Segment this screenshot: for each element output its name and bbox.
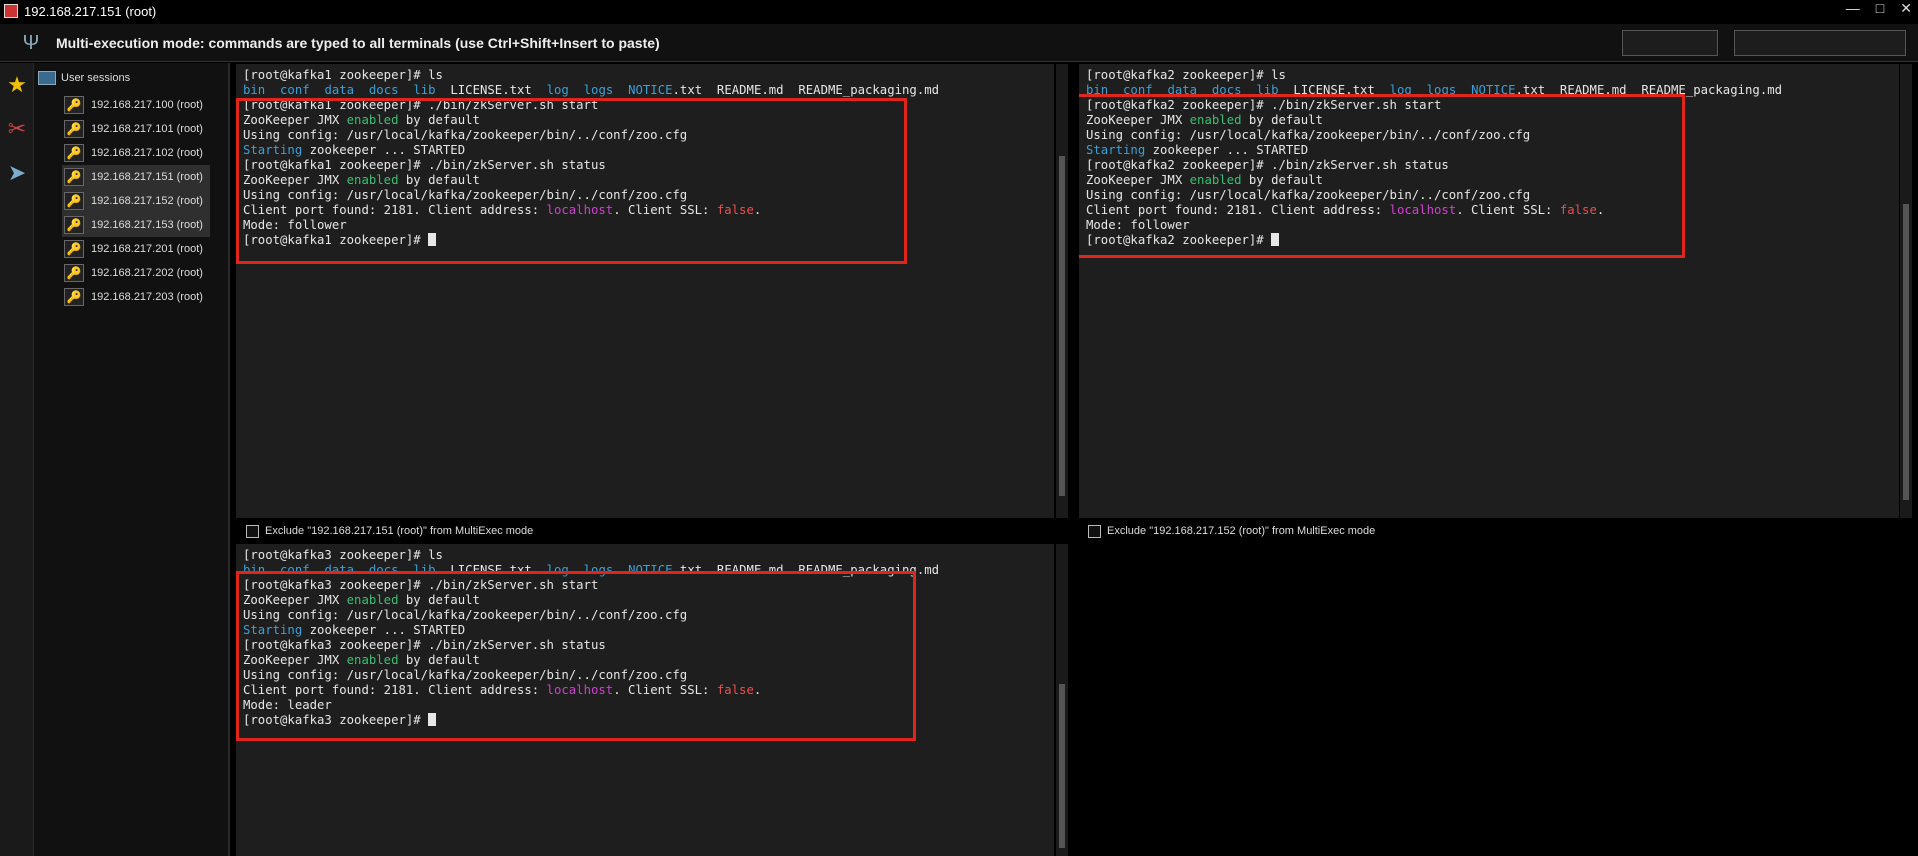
session-label: 192.168.217.201 (root) bbox=[91, 243, 203, 255]
session-label: 192.168.217.152 (root) bbox=[91, 195, 203, 207]
session-label: 192.168.217.100 (root) bbox=[91, 99, 203, 111]
session-item[interactable]: 🔑 192.168.217.101 (root) bbox=[62, 117, 210, 141]
exclude-label: Exclude "192.168.217.152 (root)" from Mu… bbox=[1107, 525, 1376, 537]
terminal-kafka2[interactable]: [root@kafka2 zookeeper]# ls bin conf data… bbox=[1079, 64, 1899, 518]
app-icon bbox=[4, 4, 18, 18]
session-item[interactable]: 🔑 192.168.217.100 (root) bbox=[62, 93, 210, 117]
star-icon[interactable]: ★ bbox=[0, 63, 34, 107]
highlight-box bbox=[1079, 94, 1685, 258]
multiexec-message: Multi-execution mode: commands are typed… bbox=[56, 34, 660, 51]
key-icon: 🔑 bbox=[64, 120, 84, 138]
session-item[interactable]: 🔑 192.168.217.201 (root) bbox=[62, 237, 210, 261]
key-icon: 🔑 bbox=[64, 264, 84, 282]
terminal-kafka3[interactable]: [root@kafka3 zookeeper]# ls bin conf data… bbox=[236, 544, 1054, 856]
exclude-checkbox[interactable] bbox=[1088, 524, 1101, 538]
multiexec-button-1[interactable] bbox=[1622, 30, 1718, 56]
key-icon: 🔑 bbox=[64, 288, 84, 306]
terminal-line: [root@kafka3 zookeeper]# ls bbox=[243, 548, 443, 562]
session-item[interactable]: 🔑 192.168.217.153 (root) bbox=[62, 213, 210, 237]
session-item[interactable]: 🔑 192.168.217.202 (root) bbox=[62, 261, 210, 285]
exclude-option-kafka1[interactable]: Exclude "192.168.217.151 (root)" from Mu… bbox=[246, 521, 533, 541]
window-title: 192.168.217.151 (root) bbox=[24, 3, 157, 19]
session-label: 192.168.217.203 (root) bbox=[91, 291, 203, 303]
window-controls: — □ ✕ bbox=[1846, 0, 1912, 17]
session-label: 192.168.217.202 (root) bbox=[91, 267, 203, 279]
session-label: 192.168.217.102 (root) bbox=[91, 147, 203, 159]
session-label: 192.168.217.101 (root) bbox=[91, 123, 203, 135]
key-icon: 🔑 bbox=[64, 240, 84, 258]
highlight-box bbox=[236, 98, 907, 264]
scrollbar-thumb[interactable] bbox=[1059, 684, 1065, 848]
minimize-icon[interactable]: — bbox=[1846, 0, 1860, 17]
highlight-box bbox=[236, 571, 916, 741]
scrollbar[interactable] bbox=[1056, 64, 1068, 518]
session-item[interactable]: 🔑 192.168.217.152 (root) bbox=[62, 189, 210, 213]
session-label: 192.168.217.153 (root) bbox=[91, 219, 203, 231]
sidebar: ★ ✂ ➤ User sessions 🔑 192.168.217.100 (ro… bbox=[0, 63, 230, 856]
maximize-icon[interactable]: □ bbox=[1876, 0, 1884, 17]
session-list: 🔑 192.168.217.100 (root) 🔑 192.168.217.101… bbox=[62, 93, 210, 309]
close-icon[interactable]: ✕ bbox=[1900, 0, 1912, 17]
tools-icon[interactable]: ✂ bbox=[0, 107, 34, 151]
session-item[interactable]: 🔑 192.168.217.102 (root) bbox=[62, 141, 210, 165]
terminal-line: bin conf data docs lib LICENSE.txt log l… bbox=[243, 83, 940, 97]
session-label: 192.168.217.151 (root) bbox=[91, 171, 203, 183]
scrollbar[interactable] bbox=[1056, 544, 1068, 856]
key-icon: 🔑 bbox=[64, 96, 84, 114]
send-icon[interactable]: ➤ bbox=[0, 151, 34, 195]
scrollbar-thumb[interactable] bbox=[1903, 204, 1909, 500]
key-icon: 🔑 bbox=[64, 192, 84, 210]
sessions-header[interactable]: User sessions bbox=[38, 71, 130, 85]
multiexec-bar: Ψ Multi-execution mode: commands are typ… bbox=[0, 24, 1918, 62]
sessions-header-label: User sessions bbox=[61, 72, 131, 84]
exclude-checkbox[interactable] bbox=[246, 524, 259, 538]
terminal-kafka1[interactable]: [root@kafka1 zookeeper]# ls bin conf data… bbox=[236, 64, 1054, 518]
terminal-line: [root@kafka1 zookeeper]# ls bbox=[243, 68, 443, 82]
session-item[interactable]: 🔑 192.168.217.151 (root) bbox=[62, 165, 210, 189]
scrollbar[interactable] bbox=[1900, 64, 1912, 518]
session-item[interactable]: 🔑 192.168.217.203 (root) bbox=[62, 285, 210, 309]
fork-icon: Ψ bbox=[22, 31, 40, 54]
empty-pane bbox=[1079, 544, 1918, 856]
exclude-option-kafka2[interactable]: Exclude "192.168.217.152 (root)" from Mu… bbox=[1088, 521, 1375, 541]
multiexec-button-2[interactable] bbox=[1734, 30, 1906, 56]
vertical-toolbar: ★ ✂ ➤ bbox=[0, 63, 34, 856]
scrollbar-thumb[interactable] bbox=[1059, 156, 1065, 496]
terminal-line: [root@kafka2 zookeeper]# ls bbox=[1086, 68, 1286, 82]
key-icon: 🔑 bbox=[64, 168, 84, 186]
title-bar: 192.168.217.151 (root) — □ ✕ bbox=[0, 0, 1918, 22]
user-sessions-icon bbox=[38, 71, 56, 85]
key-icon: 🔑 bbox=[64, 144, 84, 162]
key-icon: 🔑 bbox=[64, 216, 84, 234]
exclude-label: Exclude "192.168.217.151 (root)" from Mu… bbox=[265, 525, 534, 537]
